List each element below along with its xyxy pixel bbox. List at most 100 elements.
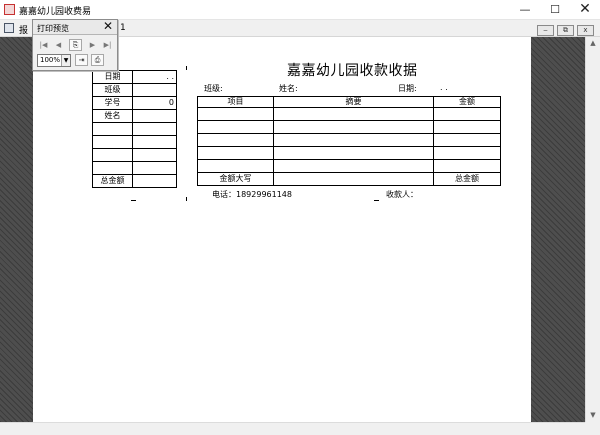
stub-value bbox=[132, 109, 177, 123]
mdi-close-button[interactable]: x bbox=[577, 25, 594, 36]
col-header-item: 项目 bbox=[197, 96, 274, 108]
stub-value bbox=[132, 174, 177, 188]
workspace-margin-left bbox=[0, 37, 33, 422]
cut-mark bbox=[131, 200, 136, 201]
mdi-restore-button[interactable]: ⧉ bbox=[557, 25, 574, 36]
receipt-line-row bbox=[197, 107, 501, 121]
class-label: 班级: bbox=[204, 84, 223, 93]
close-button[interactable]: ✕ bbox=[570, 0, 600, 20]
prev-page-icon[interactable]: ◀ bbox=[52, 39, 65, 51]
summary-cell bbox=[273, 159, 434, 173]
stub-label: 班级 bbox=[92, 83, 133, 97]
stub-row: 日期. . bbox=[92, 70, 177, 84]
stub-row: 总金额 bbox=[92, 174, 177, 188]
date-label: 日期: bbox=[398, 84, 417, 93]
phone-text: 电话：18929961148 bbox=[212, 190, 292, 199]
toolbar-titlebar[interactable]: 打印预览 ✕ bbox=[33, 20, 117, 35]
window-titlebar: 嘉嘉幼儿园收费易 — ☐ ✕ bbox=[0, 0, 600, 20]
toolbar-title: 打印预览 bbox=[37, 24, 69, 33]
stub-label: 学号 bbox=[92, 96, 133, 110]
stub-label: 姓名 bbox=[92, 109, 133, 123]
stub-value bbox=[132, 161, 177, 175]
stub-value: . . bbox=[132, 70, 177, 84]
amount-cell bbox=[433, 120, 501, 134]
name-label: 姓名: bbox=[279, 84, 298, 93]
amount-cell bbox=[433, 146, 501, 160]
stub-value bbox=[132, 135, 177, 149]
cut-mark bbox=[374, 200, 379, 201]
page-corner-tick bbox=[186, 66, 187, 70]
next-page-icon[interactable]: ▶ bbox=[86, 39, 99, 51]
item-cell bbox=[197, 120, 274, 134]
stub-label bbox=[92, 148, 133, 162]
stub-label: 总金额 bbox=[92, 174, 133, 188]
receipt-title: 嘉嘉幼儿园收款收据 bbox=[287, 63, 418, 79]
zoom-value: 100% bbox=[40, 56, 61, 64]
last-page-icon[interactable]: ▶| bbox=[101, 39, 114, 51]
amount-cell bbox=[433, 159, 501, 173]
stub-label bbox=[92, 161, 133, 175]
stub-row bbox=[92, 122, 177, 136]
print-icon[interactable]: ⎙ bbox=[91, 54, 104, 66]
total-label: 总金额 bbox=[433, 172, 501, 186]
scroll-down-icon[interactable]: ▼ bbox=[586, 409, 600, 421]
receipt-header-row: 项目 摘要 金额 bbox=[197, 96, 501, 108]
menu-report[interactable]: 报 bbox=[19, 23, 28, 36]
amount-cell bbox=[433, 107, 501, 121]
window-title: 嘉嘉幼儿园收费易 bbox=[19, 7, 92, 17]
stub-row: 班级 bbox=[92, 83, 177, 97]
item-cell bbox=[197, 133, 274, 147]
print-preview-toolbar[interactable]: 打印预览 ✕ |◀ ◀ ⎘ ▶ ▶| 100% ▼ ⇥ ⎙ bbox=[32, 19, 118, 71]
toolbar-close-button[interactable]: ✕ bbox=[101, 20, 115, 34]
summary-cell bbox=[273, 107, 434, 121]
vertical-scrollbar[interactable]: ▲ ▼ bbox=[585, 37, 600, 422]
stub-label bbox=[92, 122, 133, 136]
receipt-table: 项目 摘要 金额 金额大写 总金额 bbox=[197, 96, 501, 186]
first-page-icon[interactable]: |◀ bbox=[37, 39, 50, 51]
stub-label: 日期 bbox=[92, 70, 133, 84]
mdi-minimize-button[interactable]: ‒ bbox=[537, 25, 554, 36]
app-icon bbox=[4, 4, 15, 15]
export-icon[interactable]: ⇥ bbox=[75, 54, 88, 66]
item-cell bbox=[197, 107, 274, 121]
stub-row: 学号 0 bbox=[92, 96, 177, 110]
receipt-line-row bbox=[197, 146, 501, 160]
chevron-down-icon[interactable]: ▼ bbox=[61, 55, 70, 66]
amount-words-label: 金额大写 bbox=[197, 172, 274, 186]
stub-row bbox=[92, 148, 177, 162]
stub-row bbox=[92, 135, 177, 149]
page-indicator: 1 bbox=[120, 23, 126, 33]
date-value: . . bbox=[440, 83, 448, 92]
size-grip bbox=[585, 422, 600, 435]
item-cell bbox=[197, 146, 274, 160]
copy-page-icon[interactable]: ⎘ bbox=[69, 39, 82, 51]
minimize-button[interactable]: — bbox=[510, 0, 540, 20]
scroll-up-icon[interactable]: ▲ bbox=[586, 37, 600, 49]
stub-value bbox=[132, 122, 177, 136]
stub-label bbox=[92, 135, 133, 149]
stub-table: 日期. . 班级 学号 0 姓名总金额 bbox=[92, 70, 177, 188]
summary-cell bbox=[273, 120, 434, 134]
item-cell bbox=[197, 159, 274, 173]
receipt-line-row bbox=[197, 159, 501, 173]
stub-row: 姓名 bbox=[92, 109, 177, 123]
page-corner-tick bbox=[186, 197, 187, 201]
col-header-amount: 金额 bbox=[433, 96, 501, 108]
amount-words-value bbox=[273, 172, 434, 186]
report-document-icon bbox=[4, 23, 14, 33]
col-header-summary: 摘要 bbox=[273, 96, 434, 108]
receipt-line-row bbox=[197, 120, 501, 134]
stub-value bbox=[132, 83, 177, 97]
stub-value: 0 bbox=[132, 96, 177, 110]
summary-cell bbox=[273, 146, 434, 160]
summary-cell bbox=[273, 133, 434, 147]
receipt-total-row: 金额大写 总金额 bbox=[197, 172, 501, 186]
receipt-line-row bbox=[197, 133, 501, 147]
maximize-button[interactable]: ☐ bbox=[540, 0, 570, 20]
stub-row bbox=[92, 161, 177, 175]
payee-label: 收款人： bbox=[386, 190, 418, 199]
horizontal-scrollbar[interactable] bbox=[0, 422, 585, 435]
stub-value bbox=[132, 148, 177, 162]
zoom-select[interactable]: 100% ▼ bbox=[37, 54, 71, 67]
amount-cell bbox=[433, 133, 501, 147]
